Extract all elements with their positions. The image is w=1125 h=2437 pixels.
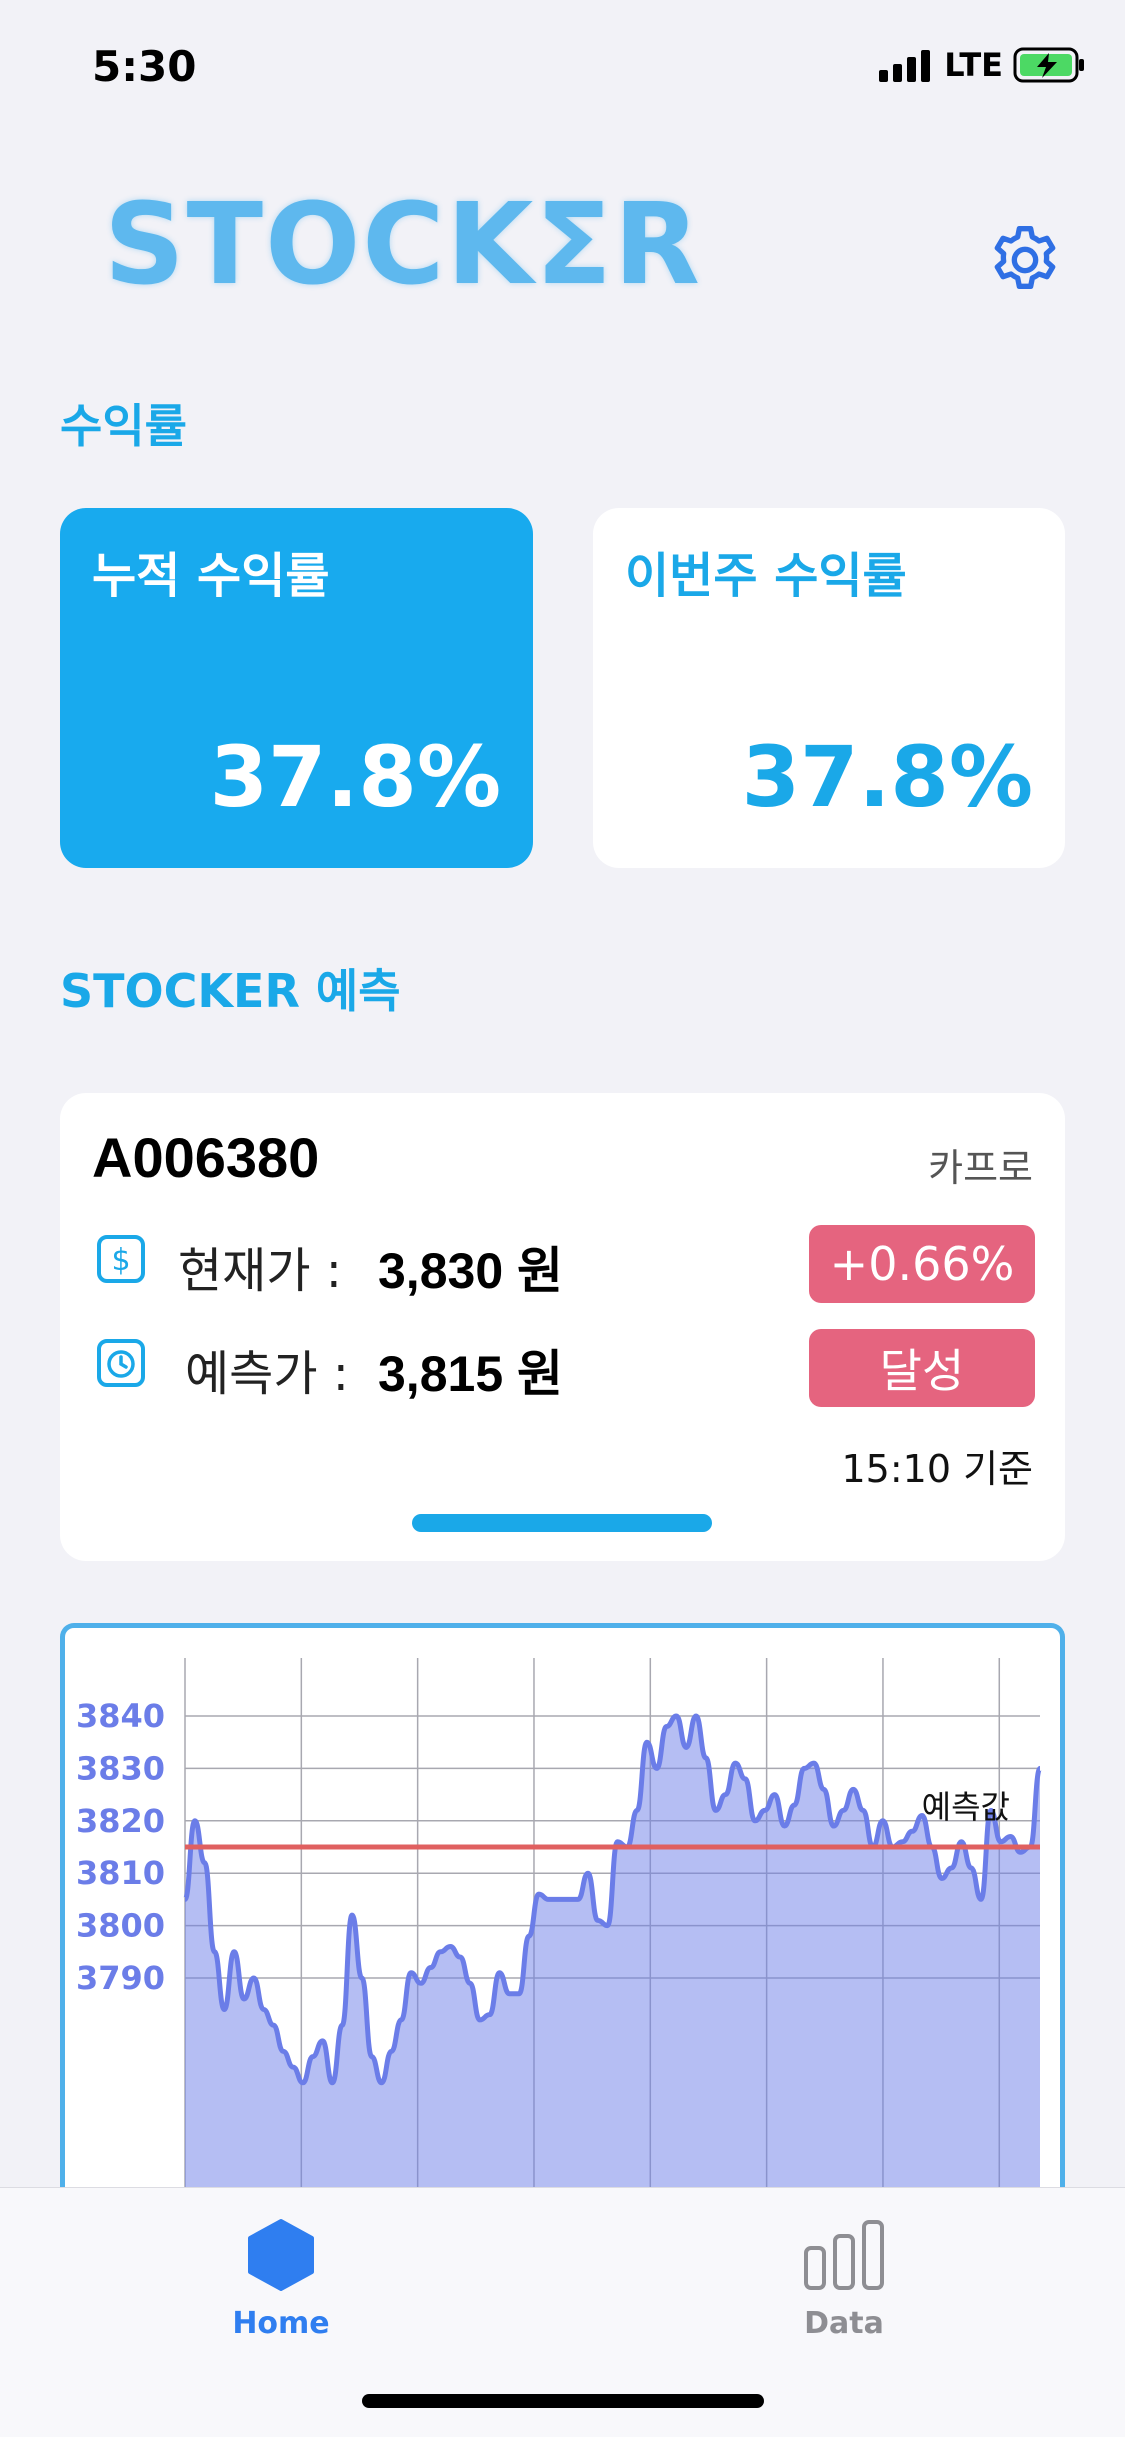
svg-text:$: $ [111,1243,130,1278]
dollar-icon: $ [97,1235,145,1283]
y-tick-label: 3820 [76,1802,165,1840]
y-tick-label: 3800 [76,1907,165,1945]
status-bar: 5:30 LTE [0,0,1125,140]
y-tick-label: 3840 [76,1697,165,1735]
predicted-price-label: 예측가 : [185,1346,349,1402]
y-tick-label: 3790 [76,1959,165,1997]
settings-gear-icon[interactable] [985,220,1065,300]
prediction-section-title: STOCKER 예측 [60,964,401,1018]
home-hexagon-icon [248,2219,314,2291]
current-price-label: 현재가 : [178,1243,342,1299]
predicted-price-value: 3,815 원 [378,1346,564,1402]
cumulative-return-card[interactable]: 누적 수익률 37.8% [60,508,533,868]
card-page-indicator[interactable] [412,1514,712,1532]
bar-chart-icon [804,2220,884,2290]
y-tick-label: 3830 [76,1749,165,1787]
achieved-badge: 달성 [809,1329,1035,1407]
stock-code: A006380 [92,1126,320,1189]
timestamp: 15:10 기준 [841,1447,1033,1491]
y-tick-label: 3810 [76,1854,165,1892]
network-type: LTE [944,46,1003,84]
battery-charging-icon [1013,47,1084,83]
weekly-return-value: 37.8% [741,728,1033,826]
tab-home-label: Home [232,2306,330,2341]
cumulative-return-value: 37.8% [209,728,501,826]
tab-home[interactable]: Home [181,2218,381,2341]
prediction-card[interactable]: A006380 카프로 $ 현재가 : 3,830 원 +0.66% 예측가 :… [60,1093,1065,1561]
weekly-return-card[interactable]: 이번주 수익률 37.8% [593,508,1065,868]
returns-section-title: 수익률 [60,399,187,453]
company-name: 카프로 [928,1146,1033,1190]
status-indicators: LTE [879,46,1085,84]
tab-data-label: Data [804,2306,884,2341]
signal-icon [879,48,931,82]
current-price-value: 3,830 원 [378,1243,564,1299]
change-rate-badge: +0.66% [809,1225,1035,1303]
weekly-return-label: 이번주 수익률 [625,548,907,604]
app-logo: STOCKΣR [104,180,703,310]
status-time: 5:30 [92,42,197,91]
clock-icon [97,1339,145,1387]
prediction-label: 예측값 [922,1788,1010,1826]
cumulative-return-label: 누적 수익률 [92,548,330,604]
home-indicator[interactable] [362,2394,764,2408]
tab-data[interactable]: Data [744,2218,944,2341]
